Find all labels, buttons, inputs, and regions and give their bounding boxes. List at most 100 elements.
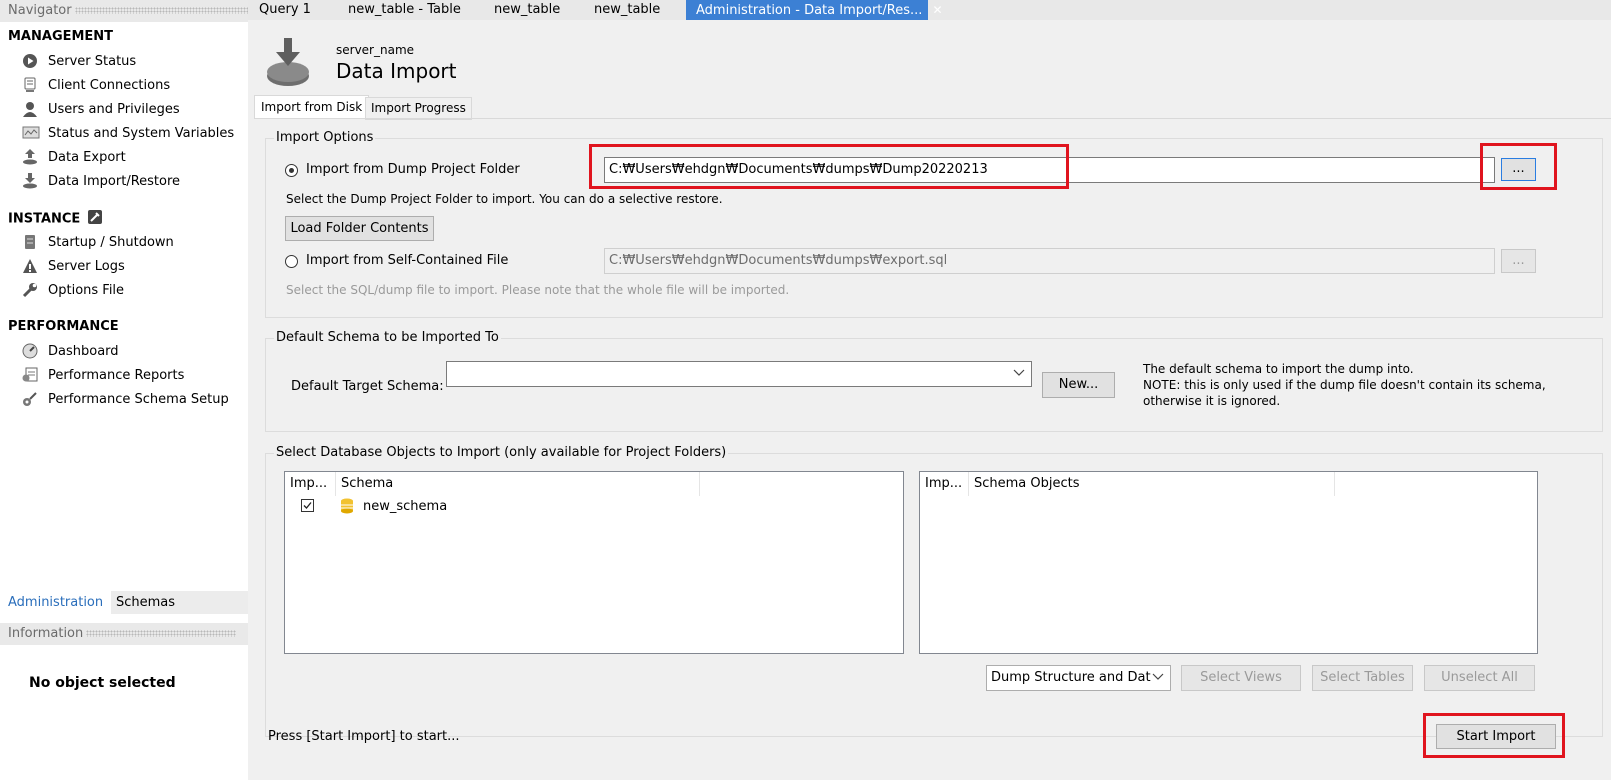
table-row[interactable]: new_schema [285, 496, 903, 518]
start-import-button[interactable]: Start Import [1436, 724, 1556, 749]
user-icon [22, 101, 40, 117]
nav-label: Data Import/Restore [48, 174, 181, 189]
load-folder-contents-button[interactable]: Load Folder Contents [285, 216, 434, 241]
nav-data-export[interactable]: Data Export [22, 147, 126, 169]
nav-label: Startup / Shutdown [48, 235, 174, 250]
default-target-schema-label: Default Target Schema: [291, 379, 444, 394]
nav-users-privileges[interactable]: Users and Privileges [22, 99, 180, 121]
tab-new-table-1[interactable]: new_table [494, 0, 560, 20]
tab-administration-data-import[interactable]: Administration - Data Import/Res... ✕ [686, 0, 943, 20]
monitor-icon [22, 125, 40, 141]
nav-dashboard[interactable]: Dashboard [22, 341, 119, 363]
note-line: otherwise it is ignored. [1143, 394, 1281, 408]
editor-tabbar: Query 1 new_table - Table new_table new_… [248, 0, 1611, 20]
col-import-header[interactable]: Imp... [920, 472, 969, 496]
nav-label: Status and System Variables [48, 126, 235, 141]
tab-administration[interactable]: Administration [0, 591, 112, 614]
instance-heading: INSTANCE [8, 210, 102, 228]
select-views-button[interactable]: Select Views [1181, 665, 1301, 691]
unselect-all-button[interactable]: Unselect All [1424, 665, 1535, 691]
navigator-title: Navigator [8, 3, 72, 18]
nav-startup-shutdown[interactable]: Startup / Shutdown [22, 232, 174, 254]
browse-self-contained-button[interactable]: ... [1501, 249, 1536, 273]
server-name: server_name [336, 43, 415, 57]
nav-label: Options File [48, 283, 125, 298]
tab-new-table-2[interactable]: new_table [594, 0, 660, 20]
instance-heading-label: INSTANCE [8, 211, 81, 227]
radio-dump-folder[interactable] [285, 164, 298, 177]
nav-label: Performance Reports [48, 368, 185, 383]
schema-list[interactable]: Imp... Schema new_schema [284, 471, 904, 654]
default-schema-note: The default schema to import the dump in… [1143, 361, 1546, 409]
nav-label: Users and Privileges [48, 102, 180, 117]
default-schema-title: Default Schema to be Imported To [274, 330, 501, 345]
dump-folder-label[interactable]: Import from Dump Project Folder [306, 162, 520, 177]
information-title: Information [8, 626, 84, 641]
instance-settings-icon[interactable] [87, 210, 102, 228]
nav-client-connections[interactable]: Client Connections [22, 75, 170, 97]
play-circle-icon [22, 53, 40, 69]
main-panel: server_name Data Import Import from Disk… [248, 20, 1611, 780]
server-box-icon [22, 234, 40, 250]
warning-icon [22, 258, 40, 274]
nav-server-status[interactable]: Server Status [22, 51, 136, 73]
chevron-down-icon [1013, 363, 1025, 386]
dump-type-value: Dump Structure and Dat [991, 670, 1151, 685]
nav-performance-schema-setup[interactable]: Performance Schema Setup [22, 389, 229, 411]
tab-import-progress[interactable]: Import Progress [365, 97, 472, 120]
col-schema-header[interactable]: Schema [336, 472, 700, 496]
self-contained-path-input[interactable]: C:₩Users₩ehdgn₩Documents₩dumps₩export.sq… [604, 248, 1495, 274]
management-heading: MANAGEMENT [8, 29, 114, 44]
navigator-tabs: Administration Schemas [0, 591, 248, 614]
nav-status-variables[interactable]: Status and System Variables [22, 123, 234, 145]
import-icon [22, 172, 40, 189]
page-title: Data Import [336, 59, 457, 83]
nav-label: Data Export [48, 150, 126, 165]
nav-label: Server Logs [48, 259, 125, 274]
close-icon[interactable]: ✕ [933, 3, 943, 17]
information-header: Information [0, 623, 248, 645]
import-options-title: Import Options [274, 130, 376, 145]
nav-data-import[interactable]: Data Import/Restore [22, 171, 180, 193]
schema-objects-list[interactable]: Imp... Schema Objects [919, 471, 1538, 654]
schema-checkbox[interactable] [301, 499, 314, 512]
dump-folder-hint: Select the Dump Project Folder to import… [286, 192, 723, 206]
tab-schemas[interactable]: Schemas [108, 591, 183, 614]
no-object-selected: No object selected [29, 675, 176, 691]
export-icon [22, 148, 40, 165]
browse-dump-folder-button[interactable]: ... [1501, 158, 1536, 181]
data-import-icon [266, 36, 310, 92]
note-line: The default schema to import the dump in… [1143, 362, 1414, 376]
performance-heading: PERFORMANCE [8, 319, 119, 334]
new-schema-button[interactable]: New... [1042, 372, 1115, 398]
navigator-sidebar: Navigator MANAGEMENT Server Status Clien… [0, 0, 248, 780]
gauge-icon [22, 343, 40, 359]
nav-label: Client Connections [48, 78, 171, 93]
default-target-schema-select[interactable] [446, 361, 1032, 387]
nav-label: Dashboard [48, 344, 119, 359]
navigator-header: Navigator [0, 0, 248, 22]
chevron-down-icon [1152, 667, 1164, 690]
nav-server-logs[interactable]: Server Logs [22, 256, 125, 278]
nav-performance-reports[interactable]: Performance Reports [22, 365, 184, 387]
settings-tools-icon [22, 391, 40, 407]
database-icon [340, 498, 354, 518]
col-import-header[interactable]: Imp... [285, 472, 336, 496]
select-tables-button[interactable]: Select Tables [1312, 665, 1413, 691]
nav-options-file[interactable]: Options File [22, 280, 124, 302]
col-schema-objects-header[interactable]: Schema Objects [969, 472, 1335, 496]
database-objects-title: Select Database Objects to Import (only … [274, 445, 729, 460]
tab-new-table-table[interactable]: new_table - Table [348, 0, 461, 20]
tab-label: Administration - Data Import/Res... [696, 3, 923, 18]
wrench-icon [22, 282, 40, 298]
report-icon [22, 367, 40, 383]
dump-type-select[interactable]: Dump Structure and Dat [986, 665, 1171, 691]
radio-self-contained[interactable] [285, 255, 298, 268]
self-contained-hint: Select the SQL/dump file to import. Plea… [286, 283, 790, 297]
tab-query-1[interactable]: Query 1 [259, 0, 311, 20]
tab-import-from-disk[interactable]: Import from Disk [254, 95, 370, 119]
dump-folder-path-input[interactable]: C:₩Users₩ehdgn₩Documents₩dumps₩Dump20220… [604, 157, 1495, 183]
note-line: NOTE: this is only used if the dump file… [1143, 378, 1546, 392]
self-contained-label[interactable]: Import from Self-Contained File [306, 253, 508, 268]
schema-name: new_schema [363, 499, 448, 514]
